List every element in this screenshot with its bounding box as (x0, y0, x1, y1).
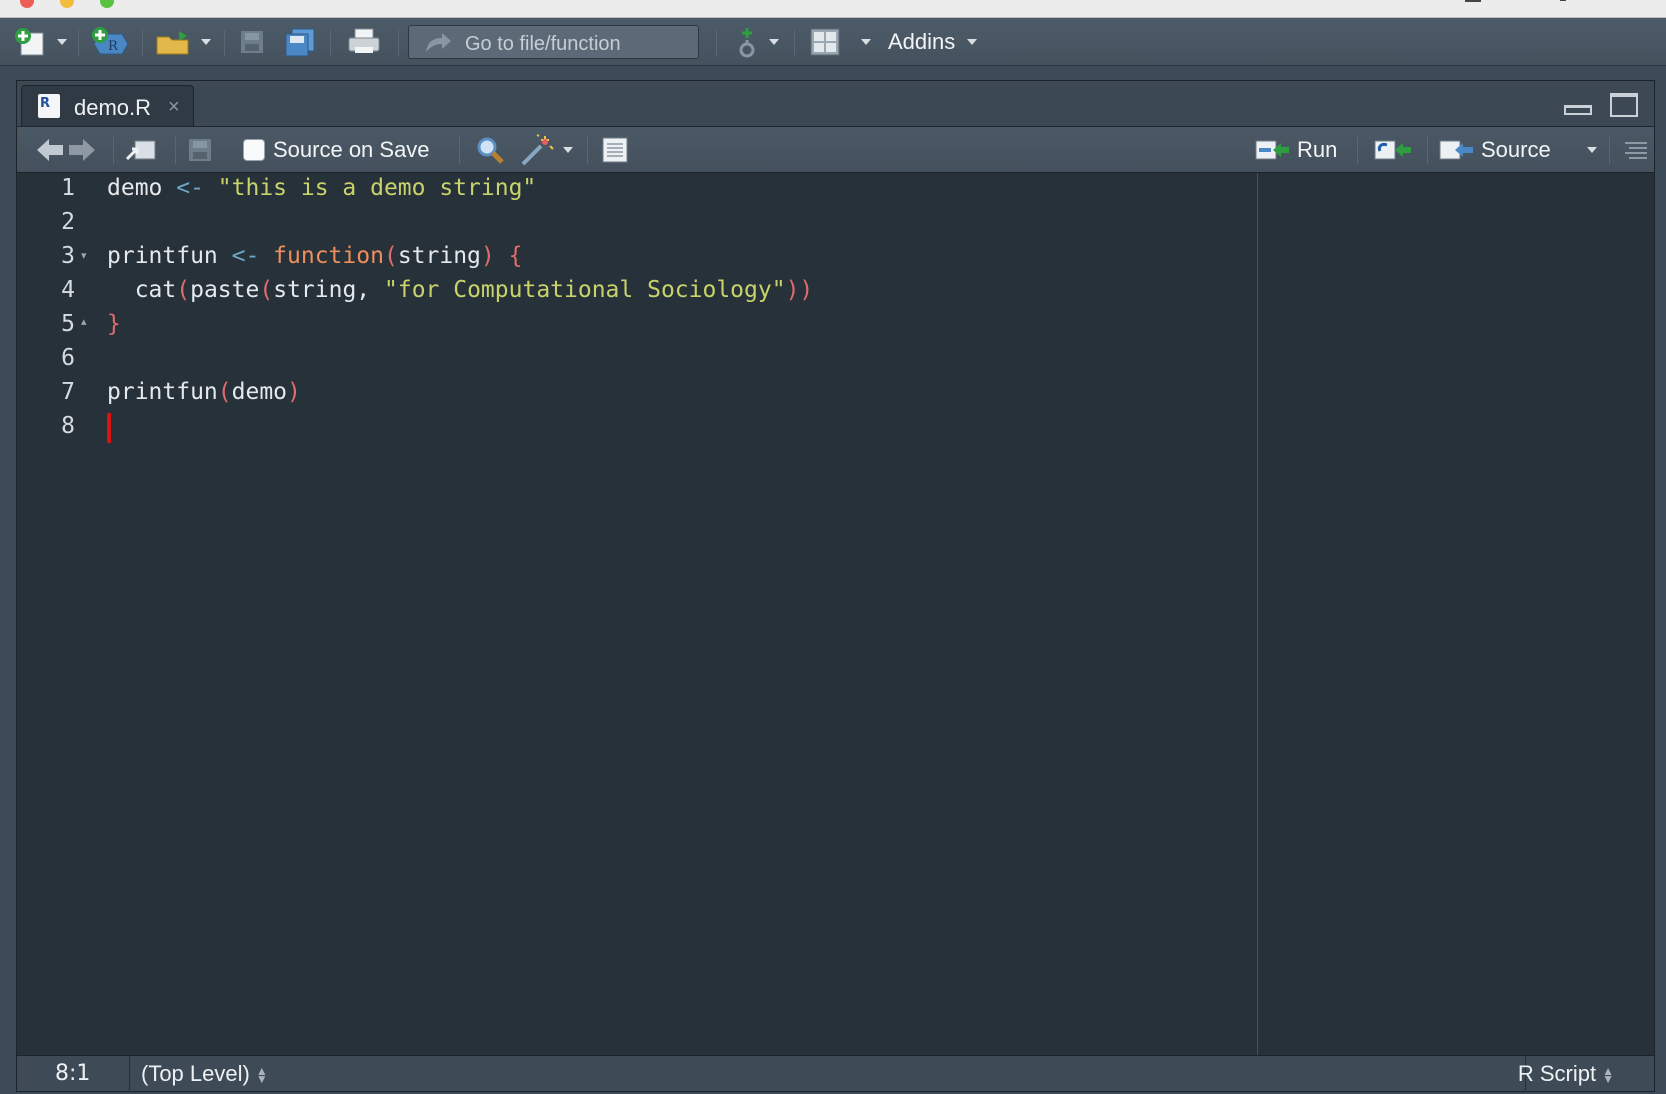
fold-open-icon[interactable]: ▾ (81, 249, 87, 262)
updown-icon: ▲ ▼ (1602, 1064, 1614, 1087)
code-line-3[interactable]: printfun <- function(string) { (107, 243, 522, 269)
show-in-window-icon[interactable] (125, 133, 157, 167)
new-project-icon[interactable]: R (88, 26, 132, 58)
line-number: 4 (61, 277, 75, 303)
main-toolbar: R Go to file/function Addins (0, 18, 1666, 66)
open-file-icon[interactable] (152, 26, 196, 58)
save-all-icon[interactable] (282, 26, 318, 58)
svg-text:R: R (108, 39, 119, 54)
scope-label: (Top Level) (141, 1061, 250, 1086)
r-file-icon: R (38, 94, 60, 118)
git-vcs-icon[interactable] (730, 26, 764, 58)
addins-label: Addins (888, 29, 956, 54)
code-line-7[interactable]: printfun(demo) (107, 379, 301, 405)
save-document-icon[interactable] (187, 133, 213, 167)
addins-menu[interactable]: Addins (888, 26, 998, 58)
code-tools-wand-icon[interactable] (519, 133, 555, 167)
rerun-button[interactable] (1373, 133, 1413, 167)
text-cursor (107, 413, 111, 443)
source-label: Source (1481, 137, 1551, 162)
code-line-4[interactable]: cat(paste(string, "for Computational Soc… (107, 277, 814, 303)
line-number: 3 (61, 243, 75, 269)
save-icon[interactable] (236, 26, 268, 58)
cursor-position: 8:1 (55, 1061, 91, 1086)
source-on-save-checkbox[interactable] (243, 139, 265, 161)
tab-close-icon[interactable]: × (168, 96, 180, 119)
goto-arrow-icon (426, 33, 451, 52)
minimize-window-button[interactable] (60, 0, 74, 8)
file-type-selector[interactable]: R Script ▲ ▼ (1518, 1061, 1614, 1087)
minimize-pane-icon[interactable] (1564, 105, 1592, 115)
line-number: 5 (61, 311, 75, 337)
fold-close-icon[interactable]: ▴ (81, 315, 87, 328)
code-editor[interactable]: 1 2 3 ▾ 4 5 ▴ 6 7 8 demo <- "this is a d… (17, 173, 1654, 1055)
line-number-gutter: 1 2 3 ▾ 4 5 ▴ 6 7 8 (17, 173, 113, 1055)
print-margin-line (1257, 173, 1258, 1055)
line-number: 6 (61, 345, 75, 371)
source-dropdown[interactable] (1587, 133, 1597, 167)
document-outline-icon[interactable] (1623, 133, 1649, 167)
open-file-dropdown[interactable] (198, 26, 214, 58)
line-number: 2 (61, 209, 75, 235)
pane-layout-dropdown[interactable] (858, 26, 874, 58)
source-button[interactable]: Source (1439, 133, 1551, 167)
line-number: 8 (61, 413, 75, 439)
code-line-5[interactable]: } (107, 311, 121, 337)
source-icon (1439, 140, 1473, 160)
run-button[interactable]: Run (1255, 133, 1337, 167)
window-title-fragment-2 (1560, 0, 1566, 1)
goto-file-function-input[interactable]: Go to file/function (408, 25, 699, 59)
tab-demo-r[interactable]: R demo.R × (21, 85, 194, 128)
editor-tabbar: R demo.R × (17, 81, 1654, 128)
print-icon[interactable] (342, 26, 386, 58)
addins-dropdown-icon (967, 39, 978, 45)
code-line-1[interactable]: demo <- "this is a demo string" (107, 175, 536, 201)
maximize-pane-icon[interactable] (1610, 93, 1638, 117)
window-title-fragment (1465, 0, 1481, 2)
line-number: 1 (61, 175, 75, 201)
file-type-label: R Script (1517, 1061, 1597, 1086)
editor-toolbar: Source on Save Run Source (17, 126, 1654, 173)
updown-icon: ▲ ▼ (255, 1064, 268, 1087)
source-editor-pane: R demo.R × Source on Save Run Source 1 2… (16, 80, 1655, 1092)
new-file-icon[interactable] (10, 26, 50, 58)
scope-selector[interactable]: (Top Level) ▲ ▼ (141, 1061, 268, 1087)
rerun-icon (1374, 140, 1411, 160)
source-on-save-label: Source on Save (273, 137, 430, 162)
run-icon (1255, 140, 1289, 160)
goto-placeholder: Go to file/function (465, 33, 621, 55)
window-titlebar (0, 0, 1666, 18)
close-window-button[interactable] (20, 0, 34, 8)
editor-statusbar: 8:1 (Top Level) ▲ ▼ R Script ▲ ▼ (17, 1055, 1654, 1092)
back-icon[interactable] (35, 133, 65, 167)
git-vcs-dropdown[interactable] (766, 26, 782, 58)
pane-layout-icon[interactable] (808, 26, 842, 58)
find-replace-icon[interactable] (475, 133, 505, 167)
tab-label: demo.R (74, 95, 152, 120)
zoom-window-button[interactable] (100, 0, 114, 8)
forward-icon[interactable] (67, 133, 97, 167)
compile-report-icon[interactable] (601, 133, 629, 167)
new-file-dropdown[interactable] (54, 26, 70, 58)
code-tools-dropdown[interactable] (563, 133, 573, 167)
source-on-save-toggle[interactable]: Source on Save (243, 133, 430, 167)
line-number: 7 (61, 379, 75, 405)
run-label: Run (1297, 137, 1338, 162)
